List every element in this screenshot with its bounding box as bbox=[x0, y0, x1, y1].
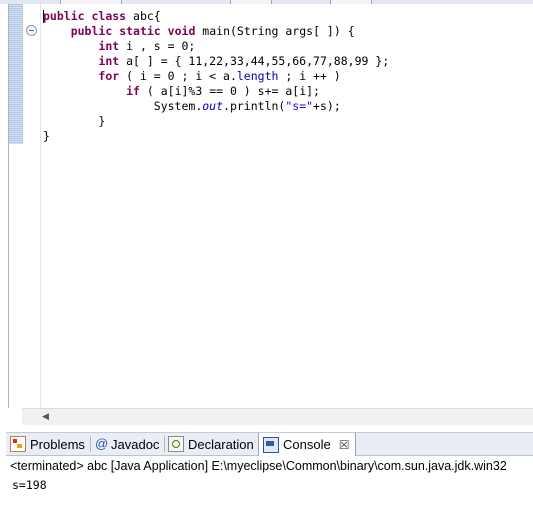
code-token: System. bbox=[43, 99, 203, 113]
keyword-token: class bbox=[91, 9, 127, 23]
console-output[interactable]: s=198 bbox=[12, 478, 47, 492]
code-token: abc{ bbox=[126, 9, 161, 23]
tab-problems-label: Problems bbox=[30, 436, 85, 452]
code-line[interactable]: } bbox=[43, 114, 389, 129]
tab-console-label: Console bbox=[283, 437, 331, 452]
code-token: ; i ++ ) bbox=[278, 69, 341, 83]
code-line[interactable]: int a[ ] = { 11,22,33,44,55,66,77,88,99 … bbox=[43, 54, 389, 69]
tab-problems[interactable]: Problems bbox=[10, 433, 85, 455]
view-tab-bar: Problems @ Javadoc Declaration Console ☒ bbox=[6, 432, 533, 456]
horizontal-scrollbar[interactable]: ◀ bbox=[22, 408, 533, 425]
code-line[interactable]: System.out.println("s="+s); bbox=[43, 99, 389, 114]
tab-javadoc[interactable]: @ Javadoc bbox=[95, 433, 159, 455]
code-line[interactable]: int i , s = 0; bbox=[43, 39, 389, 54]
problems-icon bbox=[10, 436, 26, 452]
code-token: length bbox=[236, 69, 279, 83]
keyword-token: if bbox=[126, 84, 140, 98]
tab-separator bbox=[164, 436, 165, 452]
code-token: } bbox=[43, 129, 50, 143]
tab-separator bbox=[90, 436, 91, 452]
code-editor[interactable]: public class abc{ public static void mai… bbox=[8, 4, 533, 408]
close-icon[interactable]: ☒ bbox=[339, 438, 350, 452]
code-line[interactable]: } bbox=[43, 129, 389, 144]
declaration-icon bbox=[168, 436, 184, 452]
code-token: } bbox=[43, 114, 106, 128]
scroll-left-icon[interactable]: ◀ bbox=[42, 411, 49, 422]
tab-javadoc-label: Javadoc bbox=[111, 436, 160, 452]
keyword-token: int bbox=[98, 39, 120, 53]
fold-collapse-icon[interactable] bbox=[26, 25, 37, 36]
console-status: <terminated> abc [Java Application] E:\m… bbox=[10, 459, 507, 473]
code-token: ( a[i]%3 == 0 ) s+= a[i]; bbox=[139, 84, 320, 98]
code-token: out bbox=[202, 99, 224, 113]
console-icon bbox=[263, 436, 279, 453]
keyword-token: public bbox=[43, 9, 85, 23]
source-code[interactable]: public class abc{ public static void mai… bbox=[43, 9, 389, 144]
keyword-token: public bbox=[70, 24, 113, 38]
code-token: main(String args[ ]) { bbox=[195, 24, 355, 38]
tab-console[interactable]: Console ☒ bbox=[258, 433, 357, 456]
javadoc-icon: @ bbox=[95, 436, 109, 451]
keyword-token: for bbox=[98, 69, 120, 83]
code-line[interactable]: public class abc{ bbox=[43, 9, 389, 24]
overview-ruler bbox=[9, 4, 23, 144]
bottom-panel: Problems @ Javadoc Declaration Console ☒… bbox=[0, 428, 533, 520]
code-token: +s); bbox=[313, 99, 341, 113]
code-token: .println( bbox=[223, 99, 286, 113]
code-line[interactable]: public static void main(String args[ ]) … bbox=[43, 24, 389, 39]
keyword-token: int bbox=[98, 54, 120, 68]
keyword-token: static bbox=[119, 24, 161, 38]
code-line[interactable]: if ( a[i]%3 == 0 ) s+= a[i]; bbox=[43, 84, 389, 99]
code-token: a[ ] = { 11,22,33,44,55,66,77,88,99 }; bbox=[119, 54, 390, 68]
folding-gutter bbox=[23, 4, 41, 408]
code-line[interactable]: for ( i = 0 ; i < a.length ; i ++ ) bbox=[43, 69, 389, 84]
tab-declaration-label: Declaration bbox=[188, 436, 254, 452]
keyword-token: void bbox=[167, 24, 196, 38]
tab-declaration[interactable]: Declaration bbox=[168, 433, 254, 455]
code-token: i , s = 0; bbox=[119, 39, 196, 53]
code-token: "s=" bbox=[285, 99, 314, 113]
code-token: ( i = 0 ; i < a. bbox=[119, 69, 237, 83]
